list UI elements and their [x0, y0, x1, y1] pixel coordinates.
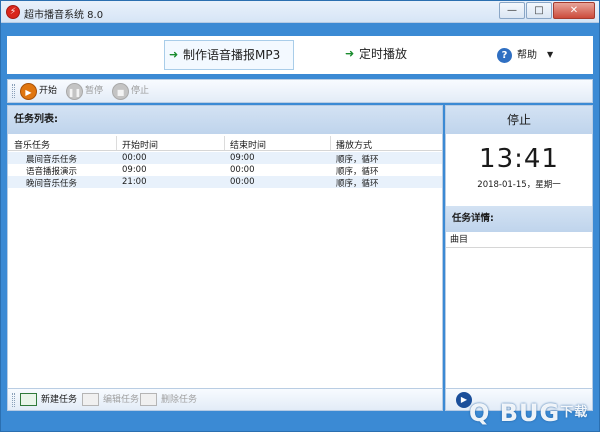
task-start-time: 21:00	[122, 177, 147, 187]
stop-label: 停止	[131, 86, 150, 96]
task-table-body: 晨间音乐任务 00:00 09:00 顺序，循环 语音播报演示 09:00 00…	[8, 152, 442, 189]
minimize-button[interactable]: —	[499, 2, 525, 19]
site-watermark: Q BUG下载	[469, 395, 599, 431]
status-panel: 停止 13:41 2018-01-15，星期一 任务详情: 曲目 ▶	[445, 105, 593, 411]
delete-task-label: 删除任务	[161, 395, 198, 405]
task-detail-title: 任务详情:	[446, 206, 592, 232]
stop-button[interactable]: ■ 停止	[112, 83, 149, 100]
make-mp3-label: 制作语音播报MP3	[183, 48, 281, 62]
task-end-time: 00:00	[230, 165, 255, 175]
task-list-title: 任务列表:	[8, 106, 442, 134]
pause-icon: ❚❚	[66, 83, 83, 100]
task-table-header: 音乐任务 开始时间 结束时间 播放方式	[8, 136, 442, 151]
toolbar-grip[interactable]	[12, 84, 15, 98]
scheduled-play-button[interactable]: ➜ 定时播放	[341, 40, 431, 70]
make-mp3-button[interactable]: ➜ 制作语音播报MP3	[164, 40, 294, 70]
edit-task-icon	[82, 393, 99, 406]
task-play-mode: 顺序，循环	[336, 179, 379, 189]
title-bar[interactable]: ⚡ 超市播音系统 8.0 — □ ✕	[1, 1, 599, 23]
column-divider[interactable]	[330, 136, 331, 150]
task-end-time: 00:00	[230, 177, 255, 187]
watermark-logo-text: Q BUG	[469, 399, 561, 427]
delete-task-icon	[140, 393, 157, 406]
window-title: 超市播音系统 8.0	[24, 10, 104, 21]
arrow-right-icon: ➜	[345, 47, 355, 60]
help-icon: ?	[497, 48, 512, 63]
new-task-button[interactable]: 新建任务	[20, 392, 77, 408]
play-icon: ▶	[20, 83, 37, 100]
task-list-toolbar: 新建任务 编辑任务 删除任务	[8, 388, 442, 410]
pause-button[interactable]: ❚❚ 暂停	[66, 83, 103, 100]
column-header-start[interactable]: 开始时间	[122, 138, 158, 151]
top-nav: ➜ 制作语音播报MP3 ➜ 定时播放 ? 帮助 ▼	[7, 36, 593, 74]
window-controls: — □ ✕	[498, 2, 595, 19]
edit-task-label: 编辑任务	[103, 395, 140, 405]
watermark-sub-text: 下载	[560, 405, 589, 420]
toolbar-grip[interactable]	[12, 393, 15, 407]
delete-task-button[interactable]: 删除任务	[140, 392, 197, 408]
task-start-time: 00:00	[122, 153, 147, 163]
app-logo-icon: ⚡	[6, 5, 20, 19]
new-task-label: 新建任务	[41, 395, 78, 405]
app-window: ⚡ 超市播音系统 8.0 — □ ✕ ➜ 制作语音播报MP3 ➜ 定时播放 ? …	[0, 0, 600, 432]
stop-icon: ■	[112, 83, 129, 100]
task-list-panel: 任务列表: 音乐任务 开始时间 结束时间 播放方式 晨间音乐任务 00:00 0…	[7, 105, 443, 411]
help-label: 帮助	[517, 50, 537, 61]
table-row[interactable]: 晚间音乐任务 21:00 00:00 顺序，循环	[8, 176, 442, 189]
column-header-task[interactable]: 音乐任务	[14, 138, 50, 151]
pause-label: 暂停	[85, 86, 104, 96]
column-header-mode[interactable]: 播放方式	[336, 138, 372, 151]
close-button[interactable]: ✕	[553, 2, 595, 19]
column-header-track[interactable]: 曲目	[446, 234, 592, 248]
maximize-button[interactable]: □	[526, 2, 552, 19]
column-divider[interactable]	[224, 136, 225, 150]
column-divider[interactable]	[116, 136, 117, 150]
table-row[interactable]: 语音播报演示 09:00 00:00 顺序，循环	[8, 164, 442, 177]
new-task-icon	[20, 393, 37, 406]
playback-toolbar: ▶ 开始 ❚❚ 暂停 ■ 停止	[7, 79, 593, 103]
task-start-time: 09:00	[122, 165, 147, 175]
chevron-down-icon[interactable]: ▼	[547, 50, 553, 59]
start-button[interactable]: ▶ 开始	[20, 83, 57, 100]
task-end-time: 09:00	[230, 153, 255, 163]
help-button[interactable]: ? 帮助	[497, 48, 537, 64]
table-row[interactable]: 晨间音乐任务 00:00 09:00 顺序，循环	[8, 152, 442, 165]
start-label: 开始	[39, 86, 58, 96]
arrow-right-icon: ➜	[169, 48, 179, 61]
date-display: 2018-01-15，星期一	[477, 180, 561, 190]
column-header-end[interactable]: 结束时间	[230, 138, 266, 151]
playback-status: 停止	[446, 106, 592, 134]
edit-task-button[interactable]: 编辑任务	[82, 392, 139, 408]
clock-display: 13:41	[479, 144, 559, 174]
scheduled-play-label: 定时播放	[359, 47, 408, 61]
task-name: 晚间音乐任务	[26, 179, 78, 189]
